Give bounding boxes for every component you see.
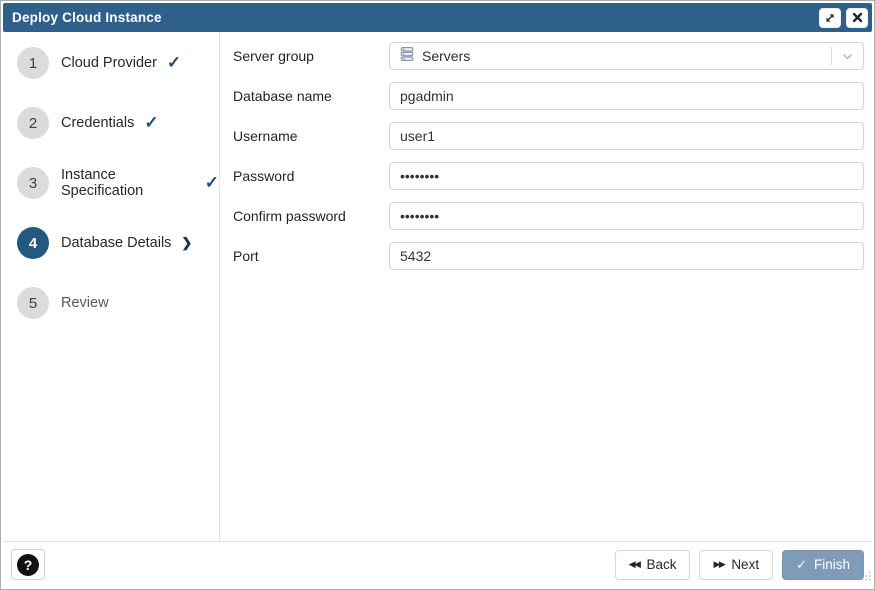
port-label: Port: [233, 248, 389, 264]
database-name-label: Database name: [233, 88, 389, 104]
dialog-footer: ? ◀◀ Back ▶▶ Next ✓ Finish: [3, 541, 872, 587]
username-label: Username: [233, 128, 389, 144]
username-row: Username: [233, 122, 864, 150]
step-complete-check-icon: ✓: [205, 173, 219, 193]
finish-check-icon: ✓: [796, 557, 807, 573]
back-button[interactable]: ◀◀ Back: [615, 550, 691, 580]
next-button[interactable]: ▶▶ Next: [699, 550, 773, 580]
step-label: Credentials: [61, 115, 134, 131]
port-input[interactable]: [389, 242, 864, 270]
step-number-badge: 5: [17, 287, 49, 319]
maximize-button[interactable]: [819, 8, 841, 28]
port-row: Port: [233, 242, 864, 270]
step-label: Database Details: [61, 235, 171, 251]
step-credentials[interactable]: 2 Credentials ✓: [3, 93, 219, 153]
server-group-label: Server group: [233, 48, 389, 64]
wizard-steps-sidebar: 1 Cloud Provider ✓ 2 Credentials ✓ 3 Ins…: [3, 32, 220, 541]
database-details-form: Server group Servers: [220, 32, 872, 541]
close-icon: [852, 12, 863, 23]
step-complete-check-icon: ✓: [144, 113, 158, 133]
chevron-down-icon[interactable]: [832, 50, 863, 63]
database-name-input[interactable]: [389, 82, 864, 110]
step-number-badge: 1: [17, 47, 49, 79]
step-instance-specification[interactable]: 3 Instance Specification ✓: [3, 153, 219, 213]
password-label: Password: [233, 168, 389, 184]
step-label: Instance Specification: [61, 167, 195, 199]
back-arrows-icon: ◀◀: [629, 559, 640, 570]
next-button-label: Next: [731, 557, 759, 572]
close-button[interactable]: [846, 8, 868, 28]
password-row: Password: [233, 162, 864, 190]
server-group-icon: [399, 46, 415, 67]
finish-button[interactable]: ✓ Finish: [782, 550, 864, 580]
step-number-badge: 3: [17, 167, 49, 199]
step-number-badge: 4: [17, 227, 49, 259]
footer-actions: ◀◀ Back ▶▶ Next ✓ Finish: [615, 550, 864, 580]
confirm-password-row: Confirm password: [233, 202, 864, 230]
dialog-body: 1 Cloud Provider ✓ 2 Credentials ✓ 3 Ins…: [3, 32, 872, 541]
dialog-title: Deploy Cloud Instance: [12, 10, 814, 25]
step-review[interactable]: 5 Review: [3, 273, 219, 333]
dialog-titlebar: Deploy Cloud Instance: [3, 3, 872, 32]
confirm-password-label: Confirm password: [233, 208, 389, 224]
next-arrows-icon: ▶▶: [713, 559, 724, 570]
step-database-details[interactable]: 4 Database Details ❯: [3, 213, 219, 273]
deploy-cloud-instance-dialog: Deploy Cloud Instance 1: [0, 0, 875, 590]
password-input[interactable]: [389, 162, 864, 190]
step-label: Cloud Provider: [61, 55, 157, 71]
server-group-select[interactable]: Servers: [389, 42, 864, 70]
step-number-badge: 2: [17, 107, 49, 139]
finish-button-label: Finish: [814, 557, 850, 572]
select-indicators: [831, 43, 863, 69]
confirm-password-input[interactable]: [389, 202, 864, 230]
username-input[interactable]: [389, 122, 864, 150]
step-label: Review: [61, 295, 109, 311]
database-name-row: Database name: [233, 82, 864, 110]
step-complete-check-icon: ✓: [167, 53, 181, 73]
back-button-label: Back: [646, 557, 676, 572]
maximize-icon: [824, 12, 836, 24]
step-current-chevron-icon: ❯: [181, 235, 192, 251]
step-cloud-provider[interactable]: 1 Cloud Provider ✓: [3, 33, 219, 93]
help-icon: ?: [17, 554, 39, 576]
server-group-value: Servers: [422, 48, 470, 64]
help-button[interactable]: ?: [11, 549, 45, 580]
resize-grip[interactable]: [861, 568, 871, 586]
server-group-row: Server group Servers: [233, 42, 864, 70]
